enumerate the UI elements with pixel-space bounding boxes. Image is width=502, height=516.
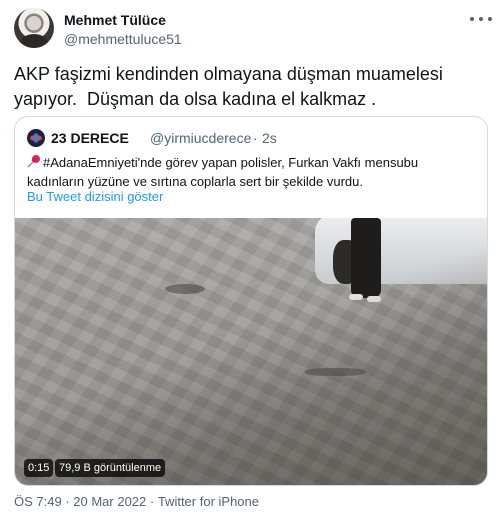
quoted-author-handle: @yirmiucderece	[150, 130, 252, 146]
tweet-card: Mehmet Tülüce @mehmettuluce51 AKP faşizm…	[0, 0, 502, 516]
quoted-tweet[interactable]: 23 DERECE @yirmiucderece · 2s #AdanaEmni…	[14, 116, 488, 486]
tweet-text: AKP faşizmi kendinden olmayana düşman mu…	[14, 64, 448, 109]
tweet-metadata: ÖS 7:49 · 20 Mar 2022 · Twitter for iPho…	[14, 494, 259, 509]
video-views-badge: 79,9 B görüntülenme	[55, 459, 166, 477]
quoted-separator: ·	[253, 130, 258, 146]
dot-icon	[479, 17, 483, 21]
author-name[interactable]: Mehmet Tülüce	[64, 12, 166, 28]
meta-separator: ·	[146, 494, 158, 509]
quoted-author-avatar	[27, 129, 45, 147]
tweet-time[interactable]: ÖS 7:49	[14, 494, 62, 509]
dot-icon	[470, 17, 474, 21]
quoted-author-name: 23 DERECE	[51, 130, 129, 146]
tweet-source[interactable]: Twitter for iPhone	[158, 494, 259, 509]
video-duration-badge: 0:15	[24, 459, 54, 477]
meta-separator: ·	[61, 494, 74, 509]
author-handle[interactable]: @mehmettuluce51	[64, 31, 182, 47]
author-avatar[interactable]	[14, 8, 54, 48]
dot-icon	[488, 17, 492, 21]
quoted-tweet-text: #AdanaEmniyeti'nde görev yapan polisler,…	[27, 155, 419, 189]
show-thread-link[interactable]: Bu Tweet dizisini göster	[27, 189, 163, 204]
video-player[interactable]: 0:15 79,9 B görüntülenme	[15, 218, 487, 485]
tweet-date[interactable]: 20 Mar 2022	[73, 494, 146, 509]
quoted-timestamp: 2s	[262, 130, 277, 146]
more-options-icon[interactable]	[470, 11, 492, 27]
